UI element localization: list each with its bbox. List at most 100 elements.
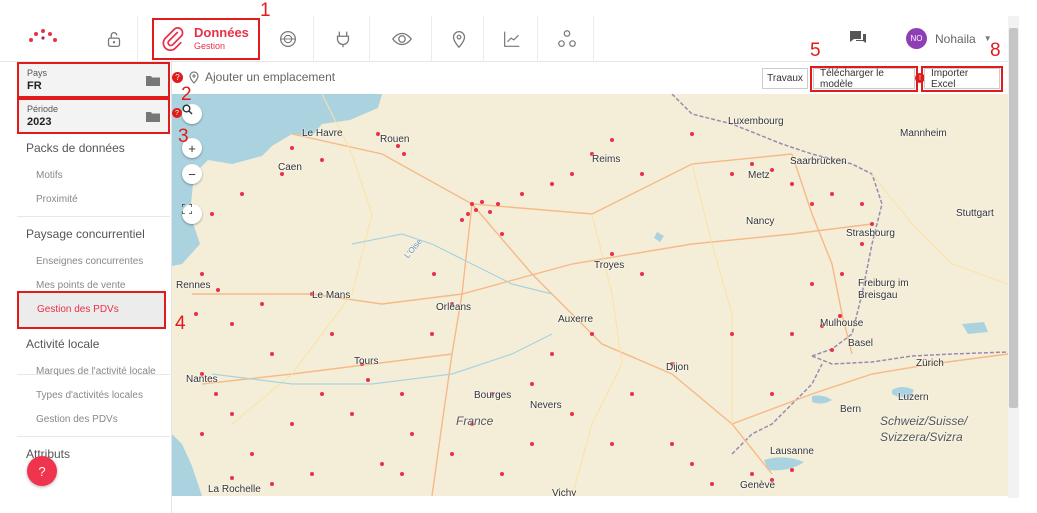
tab-donnees-sublabel: Gestion	[194, 41, 226, 51]
sidebar-item-enseignes-concurrentes[interactable]: Enseignes concurrentes	[36, 256, 143, 267]
periode-value: 2023	[27, 116, 52, 128]
folder-icon[interactable]	[146, 75, 160, 86]
city-label: Nantes	[186, 374, 218, 385]
tab-donnees[interactable]: Données Gestion	[152, 18, 260, 60]
city-label: Mulhouse	[820, 318, 864, 329]
country-label: France	[456, 414, 494, 428]
city-label: Le Mans	[312, 290, 351, 301]
eye-icon	[391, 32, 412, 46]
city-label: Orléans	[436, 302, 472, 313]
tab-plug[interactable]	[316, 16, 370, 62]
city-label: Auxerre	[558, 314, 594, 325]
zoom-out-button[interactable]: −	[182, 164, 202, 184]
help-button[interactable]: ?	[27, 456, 57, 486]
city-label: Vichy	[552, 488, 577, 496]
city-label: Mannheim	[900, 128, 947, 139]
country-label: Svizzera/Svizra	[880, 430, 963, 444]
annotation-number: 5	[810, 40, 821, 61]
sidebar-item-gestion-des-pdvs-label: Gestion des PDVs	[37, 304, 119, 315]
sidebar-item-motifs[interactable]: Motifs	[36, 170, 63, 181]
city-label: Nevers	[530, 400, 562, 411]
city-label: Strasbourg	[846, 228, 895, 239]
divider	[17, 436, 170, 437]
city-label: Reims	[592, 154, 621, 165]
city-label: Basel	[848, 338, 874, 349]
periode-selector[interactable]: Période 2023	[17, 98, 170, 134]
pays-value: FR	[27, 80, 42, 92]
city-label: Tours	[354, 356, 379, 367]
tab-network[interactable]	[540, 16, 594, 62]
pays-selector[interactable]: Pays FR	[17, 62, 170, 98]
user-name: Nohaila	[935, 31, 976, 46]
database-search-icon	[279, 31, 296, 47]
tab-eye[interactable]	[372, 16, 432, 62]
country-label: Schweiz/Suisse/	[880, 414, 968, 428]
city-label: Le Havre	[302, 128, 343, 139]
import-excel-button[interactable]: Importer Excel	[924, 68, 1000, 90]
map-search-button[interactable]	[182, 104, 202, 124]
lock-icon	[107, 32, 120, 47]
tab-database-search[interactable]	[262, 16, 314, 62]
location-pin-icon	[452, 31, 465, 49]
city-label: Metz	[748, 170, 770, 181]
divider	[17, 216, 170, 217]
annotation-number: 4	[175, 313, 186, 334]
add-location-label: Ajouter un emplacement	[205, 70, 336, 84]
help-icon[interactable]: ?	[172, 71, 183, 83]
paperclip-icon	[162, 27, 184, 52]
sidebar-item-gestion-des-pdvs[interactable]: Gestion des PDVs	[17, 291, 166, 329]
city-label: Genève	[740, 480, 776, 491]
user-menu[interactable]: NO Nohaila ▼	[906, 28, 992, 49]
page-scrollbar-thumb[interactable]	[1009, 28, 1018, 408]
city-label: Rouen	[380, 134, 410, 145]
city-label: Luzern	[898, 392, 929, 403]
annotation-number: 8	[990, 40, 1001, 61]
city-label: Caen	[278, 162, 302, 173]
network-icon	[557, 30, 576, 47]
city-label: Nancy	[746, 216, 775, 227]
city-label: Freiburg im Breisgau	[858, 278, 909, 301]
tab-location[interactable]	[434, 16, 484, 62]
help-icon[interactable]: ?	[172, 108, 182, 118]
city-label: Dijon	[666, 362, 689, 373]
sidebar: Pays FR Période 2023 Packs de données Mo…	[0, 62, 172, 513]
fullscreen-button[interactable]	[182, 204, 202, 224]
city-label: Bern	[840, 404, 862, 415]
city-label: Zürich	[916, 358, 944, 369]
top-navigation-bar: Données Gestion NO Nohaila ▼	[0, 0, 1008, 62]
city-label: Lausanne	[770, 446, 814, 457]
logo[interactable]	[28, 26, 58, 46]
annotation-number: 2	[181, 84, 192, 105]
pays-label: Pays	[27, 68, 48, 78]
folder-icon[interactable]	[146, 111, 160, 122]
travaux-button[interactable]: Travaux	[762, 68, 808, 89]
city-label: La Rochelle	[208, 484, 261, 495]
chat-icon[interactable]	[848, 29, 868, 47]
section-activite-locale[interactable]: Activité locale	[26, 337, 99, 351]
sidebar-item-mes-points-de-vente[interactable]: Mes points de vente	[36, 280, 126, 291]
fullscreen-icon	[182, 204, 192, 214]
city-label: Stuttgart	[956, 208, 994, 219]
sidebar-item-gestion-des-pdvs-local[interactable]: Gestion des PDVs	[36, 414, 118, 425]
section-packs-de-donnees[interactable]: Packs de données	[26, 141, 125, 155]
add-location-icon	[189, 70, 199, 84]
sidebar-item-proximite[interactable]: Proximité	[36, 194, 78, 205]
plug-icon	[336, 31, 349, 48]
sidebar-item-types-activites-locales[interactable]: Types d'activités locales	[36, 390, 143, 401]
periode-label: Période	[27, 104, 59, 114]
tab-chart[interactable]	[486, 16, 538, 62]
city-label: Rennes	[176, 280, 211, 291]
annotation-number: 1	[260, 0, 271, 21]
download-template-button[interactable]: Télécharger le modèle	[813, 68, 915, 90]
tab-donnees-label: Données	[194, 25, 249, 40]
city-label: Troyes	[594, 260, 625, 271]
section-paysage-concurrentiel[interactable]: Paysage concurrentiel	[26, 227, 145, 241]
city-label: Saarbrücken	[790, 156, 847, 167]
city-label: Luxembourg	[728, 116, 784, 127]
add-location-button[interactable]: ? Ajouter un emplacement	[172, 70, 335, 84]
tab-lock[interactable]	[90, 16, 138, 62]
chart-line-icon	[503, 31, 519, 47]
sidebar-item-marques-activite-locale[interactable]: Marques de l'activité locale	[36, 366, 156, 377]
annotation-number: 3	[178, 126, 189, 147]
map-view[interactable]: + − Le Havre Rouen Caen Reims Luxembourg…	[172, 94, 1008, 496]
